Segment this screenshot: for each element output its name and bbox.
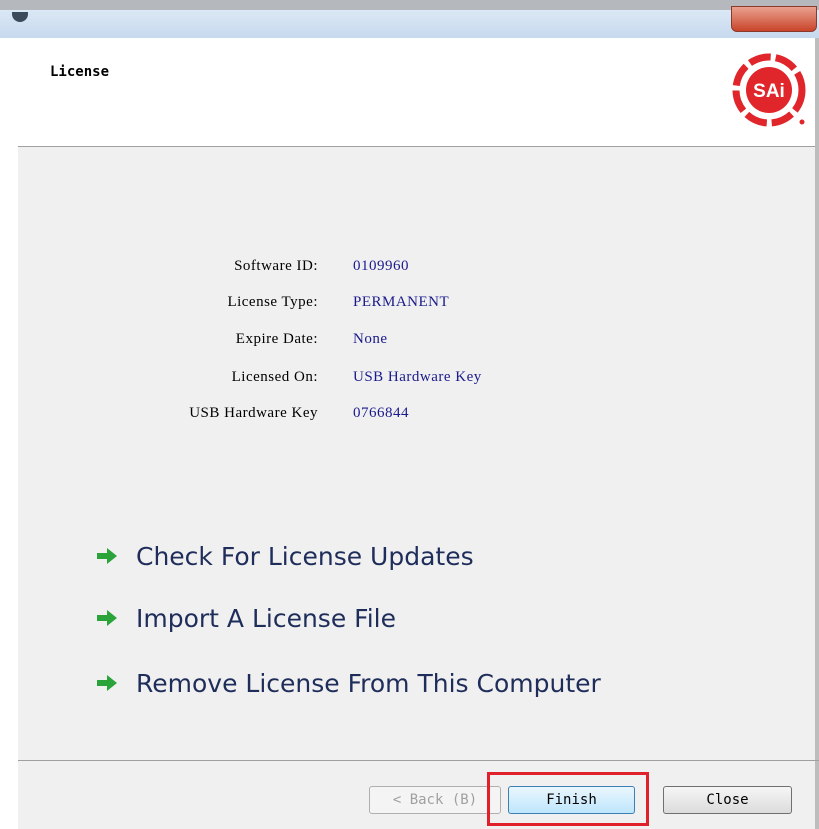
action-label: Check For License Updates xyxy=(136,541,474,571)
check-license-updates-link[interactable]: Check For License Updates xyxy=(96,536,474,576)
system-menu-icon[interactable] xyxy=(12,12,28,22)
import-license-file-link[interactable]: Import A License File xyxy=(96,598,396,638)
info-row-licensed-on: Licensed On: xyxy=(18,369,318,391)
footer-divider xyxy=(18,760,819,761)
info-value: USB Hardware Key xyxy=(353,369,482,385)
close-button[interactable]: Close xyxy=(663,786,792,814)
back-button[interactable]: < Back (B) xyxy=(369,786,501,814)
info-label: USB Hardware Key xyxy=(189,405,318,421)
info-value: 0766844 xyxy=(353,405,409,421)
info-value: 0109960 xyxy=(353,258,409,274)
title-bar xyxy=(0,0,819,38)
window-close-button[interactable] xyxy=(731,6,817,32)
info-value: None xyxy=(353,331,388,347)
info-row-software-id: Software ID: xyxy=(18,258,318,280)
dialog-right-border xyxy=(815,38,819,829)
info-label: Software ID: xyxy=(234,258,318,274)
green-arrow-icon xyxy=(97,548,117,564)
dialog-content: Software ID: 0109960 License Type: PERMA… xyxy=(18,147,819,755)
sai-logo: SAi xyxy=(732,53,806,127)
info-row-expire-date: Expire Date: xyxy=(18,331,318,353)
info-row-license-type: License Type: xyxy=(18,294,318,316)
action-label: Import A License File xyxy=(136,603,396,633)
info-value: PERMANENT xyxy=(353,294,450,310)
green-arrow-icon xyxy=(97,610,117,626)
page-title: License xyxy=(50,64,110,80)
info-row-usb-hardware-key: USB Hardware Key xyxy=(18,405,318,427)
green-arrow-icon xyxy=(97,675,117,691)
dialog-left-border xyxy=(0,38,18,829)
remove-license-link[interactable]: Remove License From This Computer xyxy=(96,663,601,703)
info-label: License Type: xyxy=(227,294,318,310)
license-dialog: License SAi Software ID: 0109960 License… xyxy=(0,0,819,829)
action-label: Remove License From This Computer xyxy=(136,668,601,698)
dialog-header: License SAi xyxy=(18,38,819,147)
finish-highlight-box xyxy=(487,772,649,826)
info-label: Licensed On: xyxy=(231,369,318,385)
info-label: Expire Date: xyxy=(235,331,318,347)
logo-text: SAi xyxy=(753,81,785,102)
